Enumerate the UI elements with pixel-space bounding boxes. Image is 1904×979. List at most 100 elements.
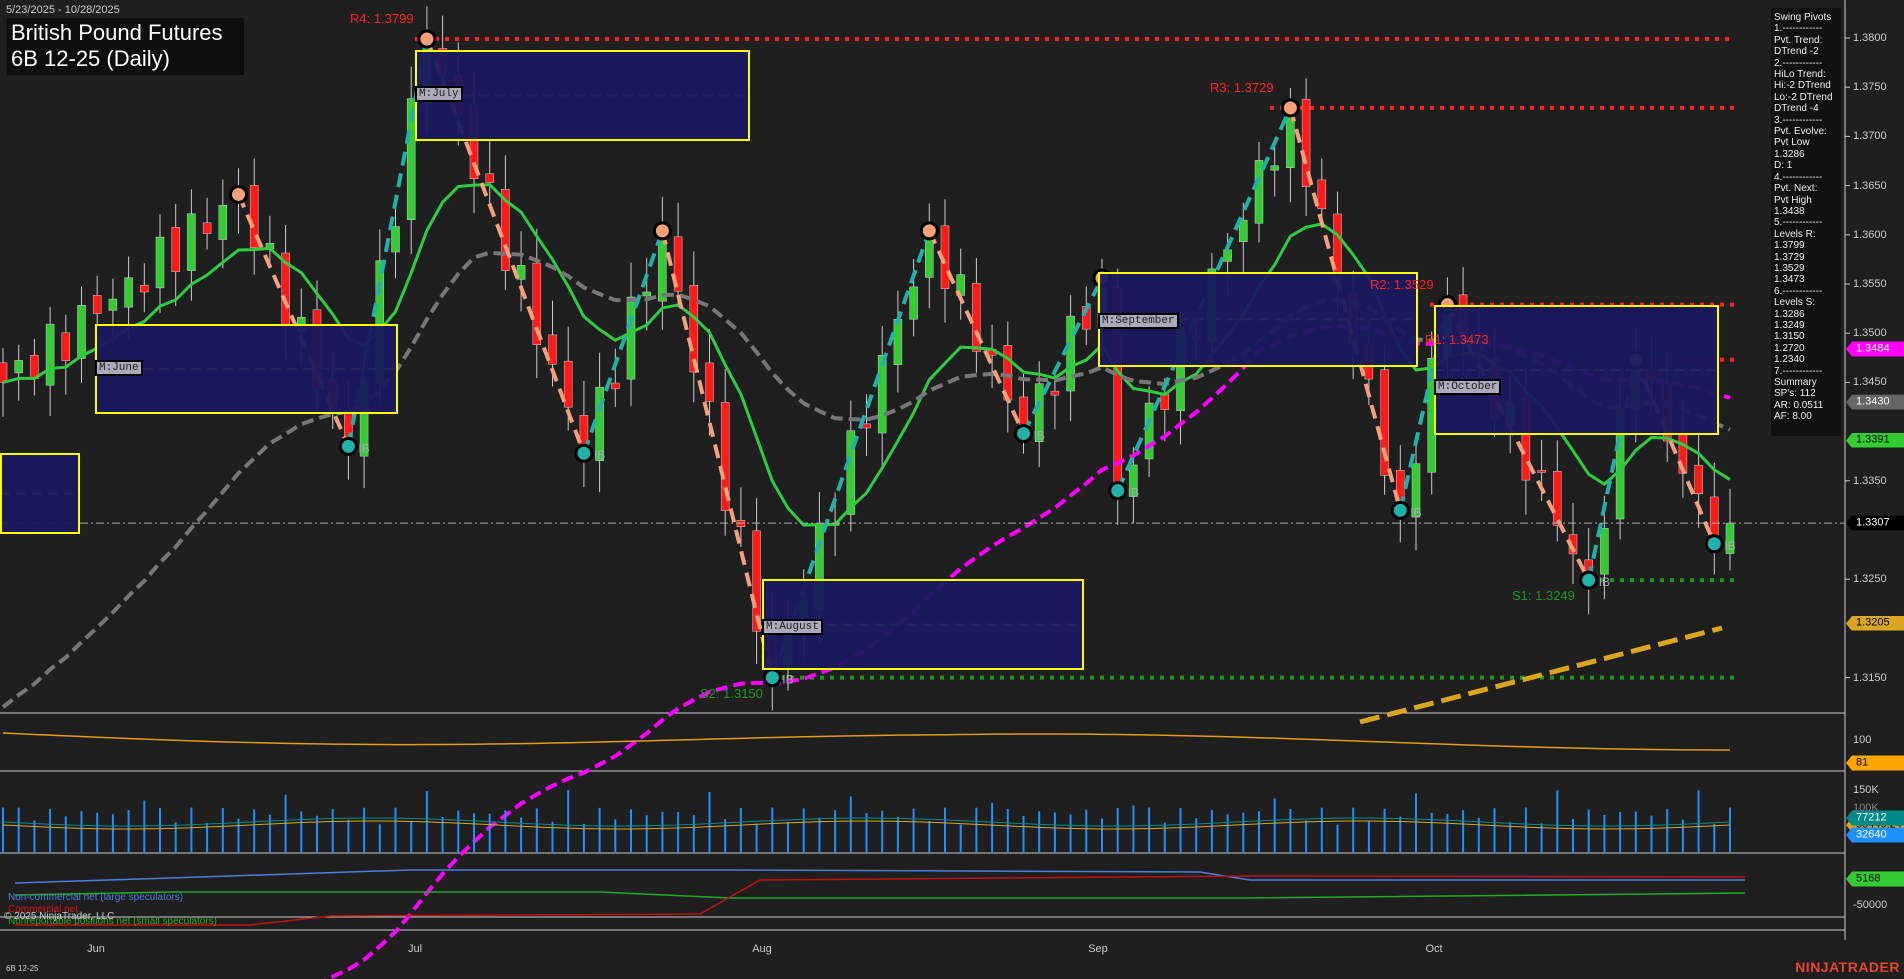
ib-label: IB (1410, 505, 1421, 519)
info-panel-line: Levels S: (1774, 297, 1838, 308)
info-panel-line: 1.3799 (1774, 240, 1838, 251)
ib-label: IB (1034, 429, 1045, 443)
candle-body (1553, 471, 1561, 525)
pivot-level-label: R1: 1.3473 (1425, 332, 1489, 347)
monthly-box-label: M:August (762, 619, 823, 635)
price-axis-label: 1.3550 (1853, 278, 1887, 290)
price-chart[interactable]: IBIBIBIBIBIBIBIB (0, 0, 1904, 979)
monthly-box-label: M:October (1434, 379, 1501, 395)
candle-body (611, 383, 619, 389)
ib-label: IB (782, 673, 793, 687)
swing-high-marker (1282, 100, 1298, 116)
price-tag: 1.3391 (1846, 433, 1904, 448)
osc-value-tag: 81 (1846, 756, 1904, 771)
candle-body (156, 237, 164, 288)
price-axis-label: 1.3800 (1853, 32, 1887, 44)
price-axis-label: 1.3150 (1853, 672, 1887, 684)
candle-body (109, 299, 117, 310)
info-panel-line: Summary (1774, 377, 1838, 388)
candle-body (1318, 180, 1326, 209)
monthly-box-label: M:September (1098, 313, 1179, 329)
info-panel-line: Pvt. Trend: (1774, 35, 1838, 46)
swing-high-marker (231, 186, 247, 202)
price-tag: 1.3205 (1846, 616, 1904, 631)
info-panel-line: Lo:-2 DTrend (1774, 92, 1838, 103)
candle-body (863, 424, 871, 428)
info-panel-line: DTrend -2 (1774, 46, 1838, 57)
candle-body (1161, 394, 1169, 410)
pivot-level-label: R4: 1.3799 (350, 11, 414, 26)
candle-body (1255, 160, 1263, 223)
info-panel-line: 1.------------ (1774, 23, 1838, 34)
candle-body (643, 292, 651, 296)
candle-body (392, 227, 400, 253)
info-panel-line: 1.3150 (1774, 331, 1838, 342)
instrument-symbol: 6B 12-25 (Daily) (11, 46, 238, 72)
info-panel-line: AF: 8.00 (1774, 411, 1838, 422)
candle-body (62, 333, 70, 361)
swing-high-marker (921, 223, 937, 239)
info-panel-line: 1.3249 (1774, 320, 1838, 331)
cot-nonreportable-line (15, 892, 1745, 898)
monthly-box-label: M:June (95, 360, 143, 376)
candle-body (46, 324, 54, 385)
pivot-level-label: S1: 1.3249 (1512, 588, 1575, 603)
price-axis-label: 1.3450 (1853, 376, 1887, 388)
info-panel-line: DTrend -4 (1774, 103, 1838, 114)
info-panel-line: 1.3286 (1774, 149, 1838, 160)
candle-body (78, 305, 86, 358)
candle-body (1239, 220, 1247, 242)
open-interest-tag: 77212 (1846, 811, 1904, 826)
candle-body (627, 297, 635, 379)
swing-low-marker (576, 445, 592, 461)
info-panel-line: D: 1 (1774, 160, 1838, 171)
monthly-range-box (0, 453, 80, 534)
swing-high-marker (654, 223, 670, 239)
price-axis-label: 1.3500 (1853, 327, 1887, 339)
volume-tag: 32640 (1846, 828, 1904, 843)
price-axis-label: 1.3650 (1853, 180, 1887, 192)
candle-body (1224, 250, 1232, 262)
monthly-range-box (1434, 305, 1719, 435)
swing-line (584, 231, 663, 453)
info-panel-line: 7.------------ (1774, 366, 1838, 377)
price-axis-label: 1.3350 (1853, 475, 1887, 487)
candle-body (93, 295, 101, 313)
x-label-jun: Jun (87, 943, 105, 955)
ib-label: IB (1599, 575, 1610, 589)
info-panel-line: 1.2340 (1774, 354, 1838, 365)
x-label-aug: Aug (752, 943, 772, 955)
candle-body (125, 278, 133, 308)
candle-body (894, 319, 902, 364)
chart-title: British Pound Futures 6B 12-25 (Daily) (7, 18, 244, 75)
info-panel-line: Pvt High (1774, 195, 1838, 206)
info-panel-line: AR: 0.0511 (1774, 400, 1838, 411)
info-panel-line: Swing Pivots (1774, 12, 1838, 23)
ib-label: IB (358, 441, 369, 455)
candle-body (172, 227, 180, 271)
info-panel-line: 1.2720 (1774, 343, 1838, 354)
info-panel-line: HiLo Trend: (1774, 69, 1838, 80)
pivot-level-label: S2: 1.3150 (700, 686, 763, 701)
swing-low-marker (1016, 426, 1032, 442)
candle-body (1271, 166, 1279, 170)
candle-body (203, 223, 211, 234)
candle-body (187, 214, 195, 271)
swing-low-marker (1392, 502, 1408, 518)
info-panel-line: 2.------------ (1774, 58, 1838, 69)
info-panel-line: Pvt. Evolve: (1774, 126, 1838, 137)
monthly-box-label: M:July (415, 86, 463, 102)
price-tag: 1.3484 (1846, 341, 1904, 356)
info-panel-line: SP's: 112 (1774, 388, 1838, 399)
symbol-label: 6B 12-25 (6, 964, 38, 973)
price-axis-label: 1.3250 (1853, 573, 1887, 585)
swing-low-marker (1581, 572, 1597, 588)
candle-body (878, 355, 886, 433)
info-panel-line: Hi:-2 DTrend (1774, 80, 1838, 91)
info-panel-line: 4.------------ (1774, 172, 1838, 183)
price-tag: 1.3430 (1846, 395, 1904, 410)
candle-body (1600, 528, 1608, 574)
info-panel-line: Levels R: (1774, 229, 1838, 240)
candle-body (1538, 470, 1546, 472)
cot-value-tag: 5168 (1846, 872, 1904, 887)
